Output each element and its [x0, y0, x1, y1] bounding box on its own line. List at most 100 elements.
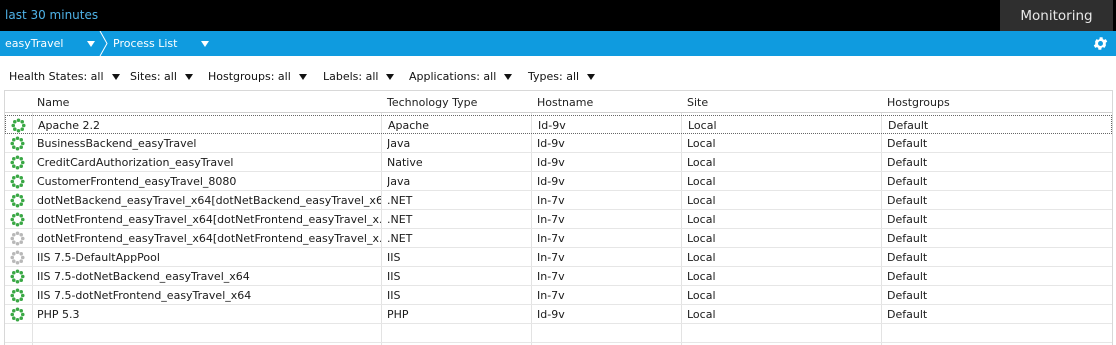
filter-label: Labels: all: [323, 70, 379, 83]
cell-hostname: Id-9v: [537, 175, 565, 188]
table-row[interactable]: dotNetFrontend_easyTravel_x64[dotNetFron…: [5, 210, 1112, 229]
cell-hostname: In-7v: [537, 251, 565, 264]
column-header-site[interactable]: Site: [687, 96, 881, 109]
cell-name: dotNetFrontend_easyTravel_x64[dotNetFron…: [37, 232, 381, 245]
cell-hostgroups: Default: [887, 270, 928, 283]
table-header: Name Technology Type Hostname Site Hostg…: [5, 91, 1112, 113]
table-row[interactable]: IIS 7.5-dotNetFrontend_easyTravel_x64 IIS…: [5, 286, 1112, 305]
chevron-down-icon: [201, 41, 209, 47]
cell-hostname: In-7v: [537, 194, 565, 207]
column-header-name[interactable]: Name: [37, 96, 381, 109]
cell-site: Local: [687, 308, 716, 321]
filter-hostgroups[interactable]: Hostgroups: all: [208, 70, 307, 83]
cell-technology-type: Native: [387, 156, 423, 169]
process-status-inactive-icon: [10, 231, 25, 246]
table-row[interactable]: dotNetBackend_easyTravel_x64[dotNetBacke…: [5, 191, 1112, 210]
filter-label: Types: all: [528, 70, 580, 83]
cell-hostgroups: Default: [887, 232, 928, 245]
cell-hostname: Id-9v: [538, 119, 566, 132]
cell-hostname: Id-9v: [537, 308, 565, 321]
process-status-inactive-icon: [10, 250, 25, 265]
chevron-down-icon: [111, 73, 120, 80]
cell-site: Local: [687, 289, 716, 302]
process-status-healthy-icon: [10, 269, 25, 284]
process-table: Name Technology Type Hostname Site Hostg…: [4, 90, 1113, 345]
cell-technology-type: IIS: [387, 270, 401, 283]
column-header-hostname[interactable]: Hostname: [537, 96, 681, 109]
table-row[interactable]: CustomerFrontend_easyTravel_8080 Java Id-9…: [5, 172, 1112, 191]
cell-hostgroups: Default: [887, 213, 928, 226]
table-row[interactable]: BusinessBackend_easyTravel Java Id-9v Local…: [5, 134, 1112, 153]
top-bar: last 30 minutes Monitoring: [0, 0, 1116, 31]
cell-site: Local: [687, 194, 716, 207]
cell-name: dotNetFrontend_easyTravel_x64[dotNetFron…: [37, 213, 381, 226]
chevron-down-icon: [504, 73, 513, 80]
cell-technology-type: .NET: [387, 194, 413, 207]
cell-technology-type: Apache: [388, 119, 430, 132]
cell-name: PHP 5.3: [37, 308, 80, 321]
breadcrumb-separator-icon: [99, 31, 108, 56]
table-row[interactable]: Apache 2.2 Apache Id-9v Local Default: [5, 115, 1112, 134]
cell-name: IIS 7.5-dotNetBackend_easyTravel_x64: [37, 270, 250, 283]
cell-hostname: Id-9v: [537, 137, 565, 150]
process-status-healthy-icon: [10, 174, 25, 189]
process-status-healthy-icon: [11, 118, 26, 133]
cell-site: Local: [687, 156, 716, 169]
cell-name: Apache 2.2: [38, 119, 101, 132]
cell-technology-type: .NET: [387, 232, 413, 245]
column-header-technology-type[interactable]: Technology Type: [387, 96, 531, 109]
filter-health-states[interactable]: Health States: all: [9, 70, 120, 83]
cell-name: IIS 7.5-dotNetFrontend_easyTravel_x64: [37, 289, 252, 302]
filter-label: Sites: all: [130, 70, 177, 83]
cell-hostname: In-7v: [537, 289, 565, 302]
cell-site: Local: [687, 213, 716, 226]
process-status-healthy-icon: [10, 288, 25, 303]
breadcrumb-system[interactable]: easyTravel: [5, 31, 95, 56]
table-row[interactable]: PHP 5.3 PHP Id-9v Local Default: [5, 305, 1112, 324]
cell-hostgroups: Default: [887, 156, 928, 169]
cell-technology-type: IIS: [387, 289, 401, 302]
cell-hostgroups: Default: [887, 251, 928, 264]
cell-name: CustomerFrontend_easyTravel_8080: [37, 175, 237, 188]
cell-hostgroups: Default: [887, 194, 928, 207]
cell-site: Local: [687, 270, 716, 283]
cell-site: Local: [687, 137, 716, 150]
gear-icon[interactable]: [1092, 35, 1109, 52]
table-row[interactable]: dotNetFrontend_easyTravel_x64[dotNetFron…: [5, 229, 1112, 248]
monitoring-tab[interactable]: Monitoring: [1000, 0, 1113, 31]
breadcrumb-view-label: Process List: [113, 37, 178, 50]
filter-sites[interactable]: Sites: all: [130, 70, 193, 83]
cell-hostgroups: Default: [887, 175, 928, 188]
cell-site: Local: [687, 175, 716, 188]
breadcrumb: easyTravel Process List: [0, 31, 1116, 56]
chevron-down-icon: [386, 73, 395, 80]
filter-labels[interactable]: Labels: all: [323, 70, 395, 83]
chevron-down-icon: [298, 73, 307, 80]
cell-name: CreditCardAuthorization_easyTravel: [37, 156, 234, 169]
cell-hostgroups: Default: [887, 137, 928, 150]
cell-site: Local: [688, 119, 717, 132]
table-row[interactable]: IIS 7.5-dotNetBackend_easyTravel_x64 IIS I…: [5, 267, 1112, 286]
cell-name: dotNetBackend_easyTravel_x64[dotNetBacke…: [37, 194, 381, 207]
column-header-hostgroups[interactable]: Hostgroups: [887, 96, 1107, 109]
cell-hostname: In-7v: [537, 213, 565, 226]
cell-technology-type: Java: [387, 137, 411, 150]
cell-name: BusinessBackend_easyTravel: [37, 137, 197, 150]
cell-hostname: Id-9v: [537, 156, 565, 169]
table-row-empty: [5, 324, 1112, 343]
process-status-healthy-icon: [10, 193, 25, 208]
table-row[interactable]: IIS 7.5-DefaultAppPool IIS In-7v Local Defau…: [5, 248, 1112, 267]
process-status-healthy-icon: [10, 307, 25, 322]
filter-applications[interactable]: Applications: all: [409, 70, 513, 83]
filter-types[interactable]: Types: all: [528, 70, 596, 83]
cell-hostname: In-7v: [537, 270, 565, 283]
filter-label: Health States: all: [9, 70, 104, 83]
table-row[interactable]: CreditCardAuthorization_easyTravel Native…: [5, 153, 1112, 172]
cell-site: Local: [687, 251, 716, 264]
chevron-down-icon: [87, 41, 95, 47]
cell-site: Local: [687, 232, 716, 245]
breadcrumb-view[interactable]: Process List: [113, 31, 209, 56]
cell-technology-type: Java: [387, 175, 411, 188]
cell-hostgroups: Default: [887, 289, 928, 302]
timeframe-selector[interactable]: last 30 minutes: [5, 8, 98, 22]
